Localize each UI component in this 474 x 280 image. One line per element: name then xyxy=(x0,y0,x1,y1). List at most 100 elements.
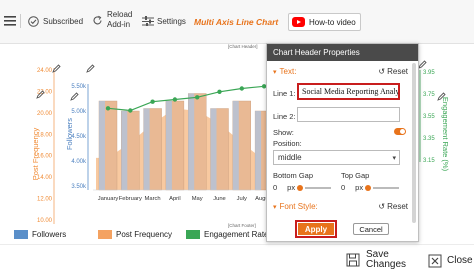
reload-label-line1: Reload xyxy=(107,10,133,19)
font-style-label: Font Style: xyxy=(279,202,318,211)
close-button[interactable]: Close xyxy=(428,254,473,268)
position-label: Position: xyxy=(273,139,302,148)
followers-bar-shade xyxy=(99,101,105,190)
text-section-header[interactable]: ▾ Text: xyxy=(273,67,296,76)
top-gap-label: Top Gap xyxy=(341,171,370,180)
legend-label: Followers xyxy=(32,230,67,239)
engagement-rate-point[interactable] xyxy=(105,106,111,111)
post-frequency-tick-label: 18.00 xyxy=(37,132,53,138)
line1-input[interactable]: Social Media Reporting Analysis xyxy=(297,83,400,100)
engagement-rate-point[interactable] xyxy=(172,97,178,102)
font-reset-button[interactable]: ↺ Reset xyxy=(378,202,408,211)
engagement-tick-label: 3.95 xyxy=(423,70,435,76)
reload-icon xyxy=(93,15,102,24)
legend-item-followers[interactable]: Followers xyxy=(14,230,66,239)
chart-type-title: Multi Axis Line Chart xyxy=(194,17,279,27)
edit-pencil-icon[interactable] xyxy=(86,64,95,73)
top-toolbar: Subscribed Reload Add-in Settings Multi A… xyxy=(0,0,474,44)
followers-bar-shade xyxy=(121,111,128,190)
reload-label-line2: Add-in xyxy=(107,20,131,29)
engagement-rate-point[interactable] xyxy=(217,89,222,94)
followers-bar-shade xyxy=(143,108,150,190)
panel-scrollbar[interactable] xyxy=(412,63,416,223)
edit-pencil-icon[interactable] xyxy=(52,64,61,73)
reload-addin-button[interactable]: Reload Add-in xyxy=(92,10,132,30)
engagement-swatch xyxy=(186,230,200,239)
x-axis-category-label: March xyxy=(145,196,161,202)
followers-tick-label: 4.50k xyxy=(71,134,87,140)
line2-input[interactable] xyxy=(297,107,400,122)
top-gap-control[interactable]: 0 px xyxy=(341,183,400,192)
font-style-section-header[interactable]: ▾ Font Style: xyxy=(273,202,318,211)
text-reset-button[interactable]: ↺ Reset xyxy=(378,67,408,76)
position-select[interactable]: middle ▾ xyxy=(273,150,400,165)
x-axis-category-label: June xyxy=(213,196,226,202)
engagement-rate-point[interactable] xyxy=(195,95,200,100)
x-axis-category-label: April xyxy=(169,196,181,202)
top-gap-value: 0 xyxy=(341,183,346,192)
bottom-gap-slider-handle[interactable] xyxy=(297,184,304,191)
settings-button[interactable]: Settings xyxy=(142,16,186,26)
engagement-rate-point[interactable] xyxy=(150,99,155,104)
x-axis-category-label: May xyxy=(192,196,203,202)
followers-tick-label: 3.50k xyxy=(71,184,87,190)
top-gap-slider-handle[interactable] xyxy=(365,184,372,191)
bottom-bar: Save Changes Close xyxy=(0,244,474,280)
bottom-gap-label: Bottom Gap xyxy=(273,171,314,180)
post-frequency-tick-label: 14.00 xyxy=(37,175,53,181)
post-frequency-swatch xyxy=(98,230,112,239)
how-to-video-label: How-to video xyxy=(309,17,356,27)
followers-bar-shade xyxy=(165,101,172,190)
engagement-rate-point[interactable] xyxy=(239,86,244,91)
followers-tick-label: 5.50k xyxy=(71,84,87,90)
how-to-video-button[interactable]: How-to video xyxy=(288,13,361,31)
reset-icon: ↺ xyxy=(378,202,386,211)
engagement-tick-label: 3.55 xyxy=(423,114,435,120)
post-frequency-tick-label: 16.00 xyxy=(37,154,53,160)
engagement-rate-point[interactable] xyxy=(128,108,133,113)
top-gap-unit: px xyxy=(355,183,364,192)
text-section-label: Text: xyxy=(279,67,297,76)
save-disk-icon xyxy=(346,253,360,267)
engagement-tick-label: 3.75 xyxy=(423,92,435,98)
toolbar-divider xyxy=(20,14,21,28)
hamburger-menu-icon[interactable] xyxy=(4,16,16,26)
x-axis-category-label: July xyxy=(237,196,247,202)
line2-label: Line 2: xyxy=(273,112,296,121)
bottom-gap-control[interactable]: 0 px xyxy=(273,183,332,192)
edit-pencil-icon[interactable] xyxy=(70,92,79,101)
save-changes-button[interactable]: Save Changes xyxy=(346,250,406,270)
edit-pencil-icon[interactable] xyxy=(437,92,446,101)
apply-button[interactable]: Apply xyxy=(295,220,337,238)
followers-bar-shade xyxy=(232,101,239,190)
bottom-gap-unit: px xyxy=(287,183,296,192)
reset-icon: ↺ xyxy=(378,67,386,76)
show-label: Show: xyxy=(273,128,294,137)
chart-header-placeholder[interactable]: [Chart Header] xyxy=(228,44,258,49)
chevron-down-icon: ▾ xyxy=(392,155,396,162)
check-circle-icon xyxy=(28,16,39,27)
panel-title: Chart Header Properties xyxy=(267,44,418,61)
legend-item-post-frequency[interactable]: Post Frequency xyxy=(98,230,172,239)
subscribed-button[interactable]: Subscribed xyxy=(28,16,83,27)
followers-bar-shade xyxy=(255,111,262,190)
bottom-gap-slider-track[interactable] xyxy=(305,186,332,189)
chevron-down-icon: ▾ xyxy=(273,203,277,211)
followers-tick-label: 5.00k xyxy=(71,109,87,115)
top-gap-slider-track[interactable] xyxy=(373,186,400,189)
x-axis-category-label: January xyxy=(98,196,119,202)
followers-bar-shade xyxy=(210,108,217,190)
edit-pencil-icon[interactable] xyxy=(418,60,427,69)
close-x-icon xyxy=(428,254,442,268)
reset-label: Reset xyxy=(387,67,408,76)
youtube-play-icon xyxy=(292,17,305,27)
engagement-axis-title: Engagement Rate (%) xyxy=(441,97,450,172)
apply-label: Apply xyxy=(298,223,334,235)
close-label: Close xyxy=(447,255,473,266)
show-toggle[interactable] xyxy=(394,128,406,135)
cancel-button[interactable]: Cancel xyxy=(353,223,389,235)
edit-pencil-icon[interactable] xyxy=(36,90,45,99)
post-frequency-tick-label: 10.00 xyxy=(37,218,53,224)
line1-label: Line 1: xyxy=(273,89,296,98)
chevron-down-icon: ▾ xyxy=(273,68,277,76)
